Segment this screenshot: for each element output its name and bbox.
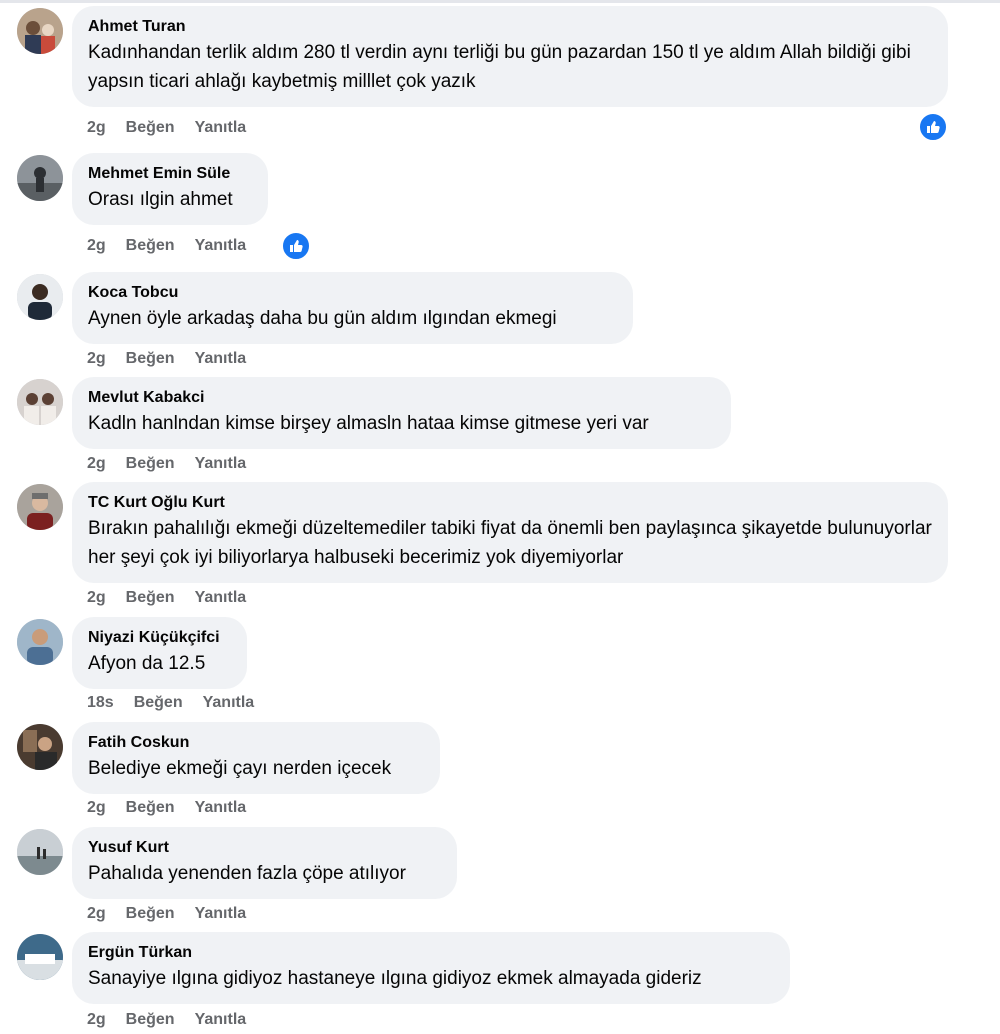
comment-bubble: TC Kurt Oğlu Kurt Bırakın pahalılığı ekm… [72,482,948,583]
avatar[interactable] [17,724,63,770]
comment-actions: 2g Beğen Yanıtla [87,1010,246,1030]
comment-text: Sanayiye ılgına gidiyoz hastaneye ılgına… [88,968,702,989]
comment-author[interactable]: Yusuf Kurt [88,837,441,859]
like-button[interactable]: Beğen [126,118,175,138]
comment-bubble: Yusuf Kurt Pahalıda yenenden fazla çöpe … [72,827,457,899]
avatar[interactable] [17,619,63,665]
comment-text: Afyon da 12.5 [88,653,206,674]
avatar[interactable] [17,484,63,530]
timestamp-link[interactable]: 2g [87,904,106,924]
comment-actions: 2g Beğen Yanıtla [87,798,246,818]
like-button[interactable]: Beğen [126,349,175,369]
reply-button[interactable]: Yanıtla [195,454,247,474]
like-button[interactable]: Beğen [126,1010,175,1030]
avatar[interactable] [17,379,63,425]
avatar[interactable] [17,155,63,201]
comment-author[interactable]: Koca Tobcu [88,282,617,304]
timestamp-link[interactable]: 2g [87,118,106,138]
comment-bubble: Ahmet Turan Kadınhandan terlik aldım 280… [72,6,948,107]
reply-button[interactable]: Yanıtla [195,236,247,256]
comment-text: Kadln hanlndan kimse birşey almasln hata… [88,413,649,434]
comment-author[interactable]: Mehmet Emin Süle [88,163,252,185]
comment-actions: 2g Beğen Yanıtla [87,454,246,474]
reply-button[interactable]: Yanıtla [203,693,255,713]
comment-bubble: Niyazi Küçükçifci Afyon da 12.5 [72,617,247,689]
avatar[interactable] [17,934,63,980]
comment-bubble: Koca Tobcu Aynen öyle arkadaş daha bu gü… [72,272,633,344]
comment-actions: 2g Beğen Yanıtla [87,588,246,608]
comment-text: Bırakın pahalılığı ekmeği düzeltemediler… [88,518,932,568]
timestamp-link[interactable]: 2g [87,454,106,474]
timestamp-link[interactable]: 2g [87,236,106,256]
comment-author[interactable]: Fatih Coskun [88,732,424,754]
like-button[interactable]: Beğen [126,588,175,608]
timestamp-link[interactable]: 2g [87,1010,106,1030]
comment-author[interactable]: Ahmet Turan [88,16,932,38]
comment-text: Belediye ekmeği çayı nerden içecek [88,758,392,779]
like-button[interactable]: Beğen [126,454,175,474]
like-button[interactable]: Beğen [126,236,175,256]
like-button[interactable]: Beğen [126,798,175,818]
comment-text: Pahalıda yenenden fazla çöpe atılıyor [88,863,406,884]
like-button[interactable]: Beğen [126,904,175,924]
comment-text: Orası ılgin ahmet [88,189,233,210]
reply-button[interactable]: Yanıtla [195,904,247,924]
reply-button[interactable]: Yanıtla [195,588,247,608]
comment-actions: 18s Beğen Yanıtla [87,693,254,713]
comment-actions: 2g Beğen Yanıtla [87,349,246,369]
like-button[interactable]: Beğen [134,693,183,713]
timestamp-link[interactable]: 2g [87,349,106,369]
timestamp-link[interactable]: 2g [87,798,106,818]
like-thumb-icon[interactable] [918,112,948,142]
comment-bubble: Mevlut Kabakci Kadln hanlndan kimse birş… [72,377,731,449]
comment-actions: 2g Beğen Yanıtla [87,904,246,924]
avatar[interactable] [17,829,63,875]
avatar[interactable] [17,274,63,320]
like-thumb-icon[interactable] [281,231,311,261]
reply-button[interactable]: Yanıtla [195,798,247,818]
avatar[interactable] [17,8,63,54]
comment-actions: 2g Beğen Yanıtla [87,236,246,256]
comment-author[interactable]: TC Kurt Oğlu Kurt [88,492,932,514]
reply-button[interactable]: Yanıtla [195,349,247,369]
timestamp-link[interactable]: 18s [87,693,114,713]
comment-text: Kadınhandan terlik aldım 280 tl verdin a… [88,42,911,92]
comment-bubble: Fatih Coskun Belediye ekmeği çayı nerden… [72,722,440,794]
comment-bubble: Mehmet Emin Süle Orası ılgin ahmet [72,153,268,225]
comment-author[interactable]: Ergün Türkan [88,942,774,964]
reply-button[interactable]: Yanıtla [195,1010,247,1030]
comment-text: Aynen öyle arkadaş daha bu gün aldım ılg… [88,308,557,329]
comment-bubble: Ergün Türkan Sanayiye ılgına gidiyoz has… [72,932,790,1004]
comment-actions: 2g Beğen Yanıtla [87,118,246,138]
comment-author[interactable]: Mevlut Kabakci [88,387,715,409]
top-divider [0,0,1000,3]
timestamp-link[interactable]: 2g [87,588,106,608]
reply-button[interactable]: Yanıtla [195,118,247,138]
comment-author[interactable]: Niyazi Küçükçifci [88,627,231,649]
